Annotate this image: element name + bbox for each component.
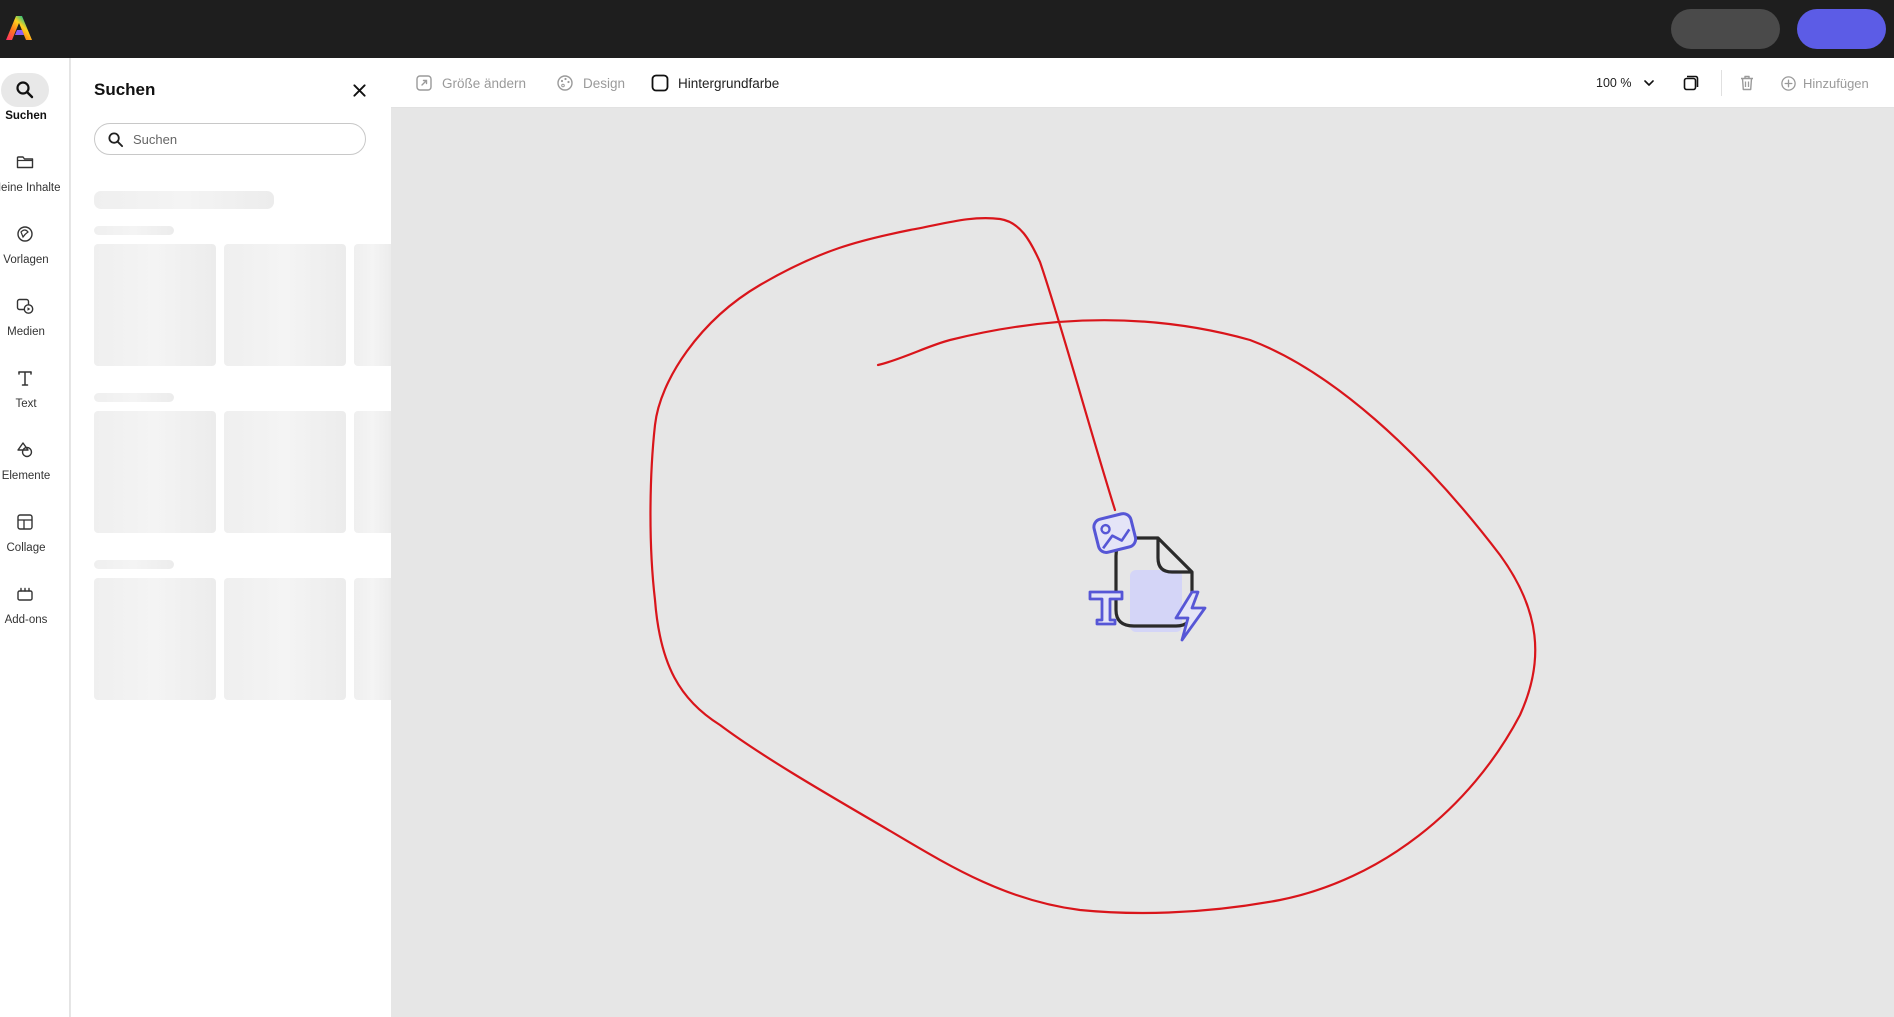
rail-item-templates[interactable]: Vorlagen bbox=[0, 216, 70, 282]
delete-button[interactable] bbox=[1738, 58, 1765, 108]
skeleton-section-label bbox=[94, 393, 174, 402]
rail-label: Suchen bbox=[5, 110, 47, 122]
skeleton-card bbox=[224, 411, 346, 533]
search-panel: Suchen bbox=[71, 58, 391, 1017]
media-icon bbox=[16, 298, 34, 314]
skeleton-card bbox=[354, 244, 391, 366]
templates-icon bbox=[17, 226, 33, 242]
skeleton-card bbox=[224, 578, 346, 700]
skeleton-card bbox=[354, 411, 391, 533]
search-icon bbox=[16, 81, 34, 99]
design-button[interactable]: Design bbox=[556, 58, 625, 108]
skeleton-section-label bbox=[94, 560, 174, 569]
close-panel-button[interactable] bbox=[347, 78, 371, 102]
trash-icon bbox=[1741, 75, 1753, 91]
left-rail: Suchen Meine Inhalte Vorlagen Medien Tex… bbox=[0, 58, 70, 1017]
palette-icon bbox=[557, 75, 573, 91]
rail-item-media[interactable]: Medien bbox=[0, 288, 70, 354]
text-icon bbox=[18, 371, 32, 386]
skeleton-card bbox=[94, 244, 216, 366]
collage-icon bbox=[17, 514, 33, 530]
rail-item-addons[interactable]: Add-ons bbox=[0, 576, 70, 642]
shapes-icon bbox=[17, 442, 33, 458]
skeleton-card bbox=[224, 244, 346, 366]
rail-item-collage[interactable]: Collage bbox=[0, 504, 70, 570]
close-icon bbox=[352, 83, 366, 97]
rail-item-my-content[interactable]: Meine Inhalte bbox=[0, 144, 70, 210]
canvas-toolbar: Größe ändern Design Hintergrundfarbe 100… bbox=[391, 58, 1894, 108]
panel-title: Suchen bbox=[94, 80, 156, 99]
addons-icon bbox=[17, 587, 33, 601]
rail-label: Meine Inhalte bbox=[0, 182, 61, 194]
skeleton-section-label bbox=[94, 226, 174, 235]
search-icon bbox=[108, 132, 124, 148]
skeleton-card bbox=[94, 411, 216, 533]
rail-label: Vorlagen bbox=[3, 254, 49, 266]
share-button[interactable] bbox=[1671, 9, 1780, 49]
adobe-express-logo[interactable] bbox=[6, 14, 32, 42]
chevron-down-icon bbox=[1644, 80, 1655, 86]
skeleton-card bbox=[94, 578, 216, 700]
rail-item-text[interactable]: Text bbox=[0, 360, 70, 426]
rail-label: Medien bbox=[7, 326, 45, 338]
design-label: Design bbox=[583, 75, 626, 91]
add-button[interactable]: Hinzufügen bbox=[1780, 58, 1869, 108]
app-header bbox=[0, 0, 1894, 58]
plus-circle-icon bbox=[1781, 75, 1796, 91]
rail-label: Add-ons bbox=[4, 614, 48, 626]
download-button[interactable] bbox=[1797, 9, 1886, 49]
toolbar-divider bbox=[1721, 70, 1722, 96]
resize-label: Größe ändern bbox=[442, 75, 527, 91]
zoom-value: 100 % bbox=[1596, 76, 1632, 90]
rail-label: Elemente bbox=[1, 470, 51, 482]
rail-label: Text bbox=[15, 398, 37, 410]
pages-button[interactable] bbox=[1682, 58, 1709, 108]
design-canvas[interactable] bbox=[391, 109, 1894, 1017]
zoom-dropdown[interactable]: 100 % bbox=[1596, 58, 1655, 108]
skeleton-heading bbox=[94, 191, 274, 209]
rail-item-search[interactable]: Suchen bbox=[0, 72, 70, 138]
resize-icon bbox=[416, 75, 432, 91]
background-color-button[interactable]: Hintergrundfarbe bbox=[651, 58, 779, 108]
skeleton-card bbox=[354, 578, 391, 700]
search-input[interactable] bbox=[133, 128, 353, 150]
search-field[interactable] bbox=[94, 123, 366, 155]
background-color-label: Hintergrundfarbe bbox=[678, 75, 780, 91]
rail-label: Collage bbox=[6, 542, 46, 554]
color-swatch-icon bbox=[651, 74, 669, 92]
add-label: Hinzufügen bbox=[1803, 75, 1869, 91]
folder-icon bbox=[16, 156, 34, 169]
resize-button[interactable]: Größe ändern bbox=[415, 58, 526, 108]
rail-item-elements[interactable]: Elemente bbox=[0, 432, 70, 498]
pages-icon bbox=[1683, 75, 1699, 91]
